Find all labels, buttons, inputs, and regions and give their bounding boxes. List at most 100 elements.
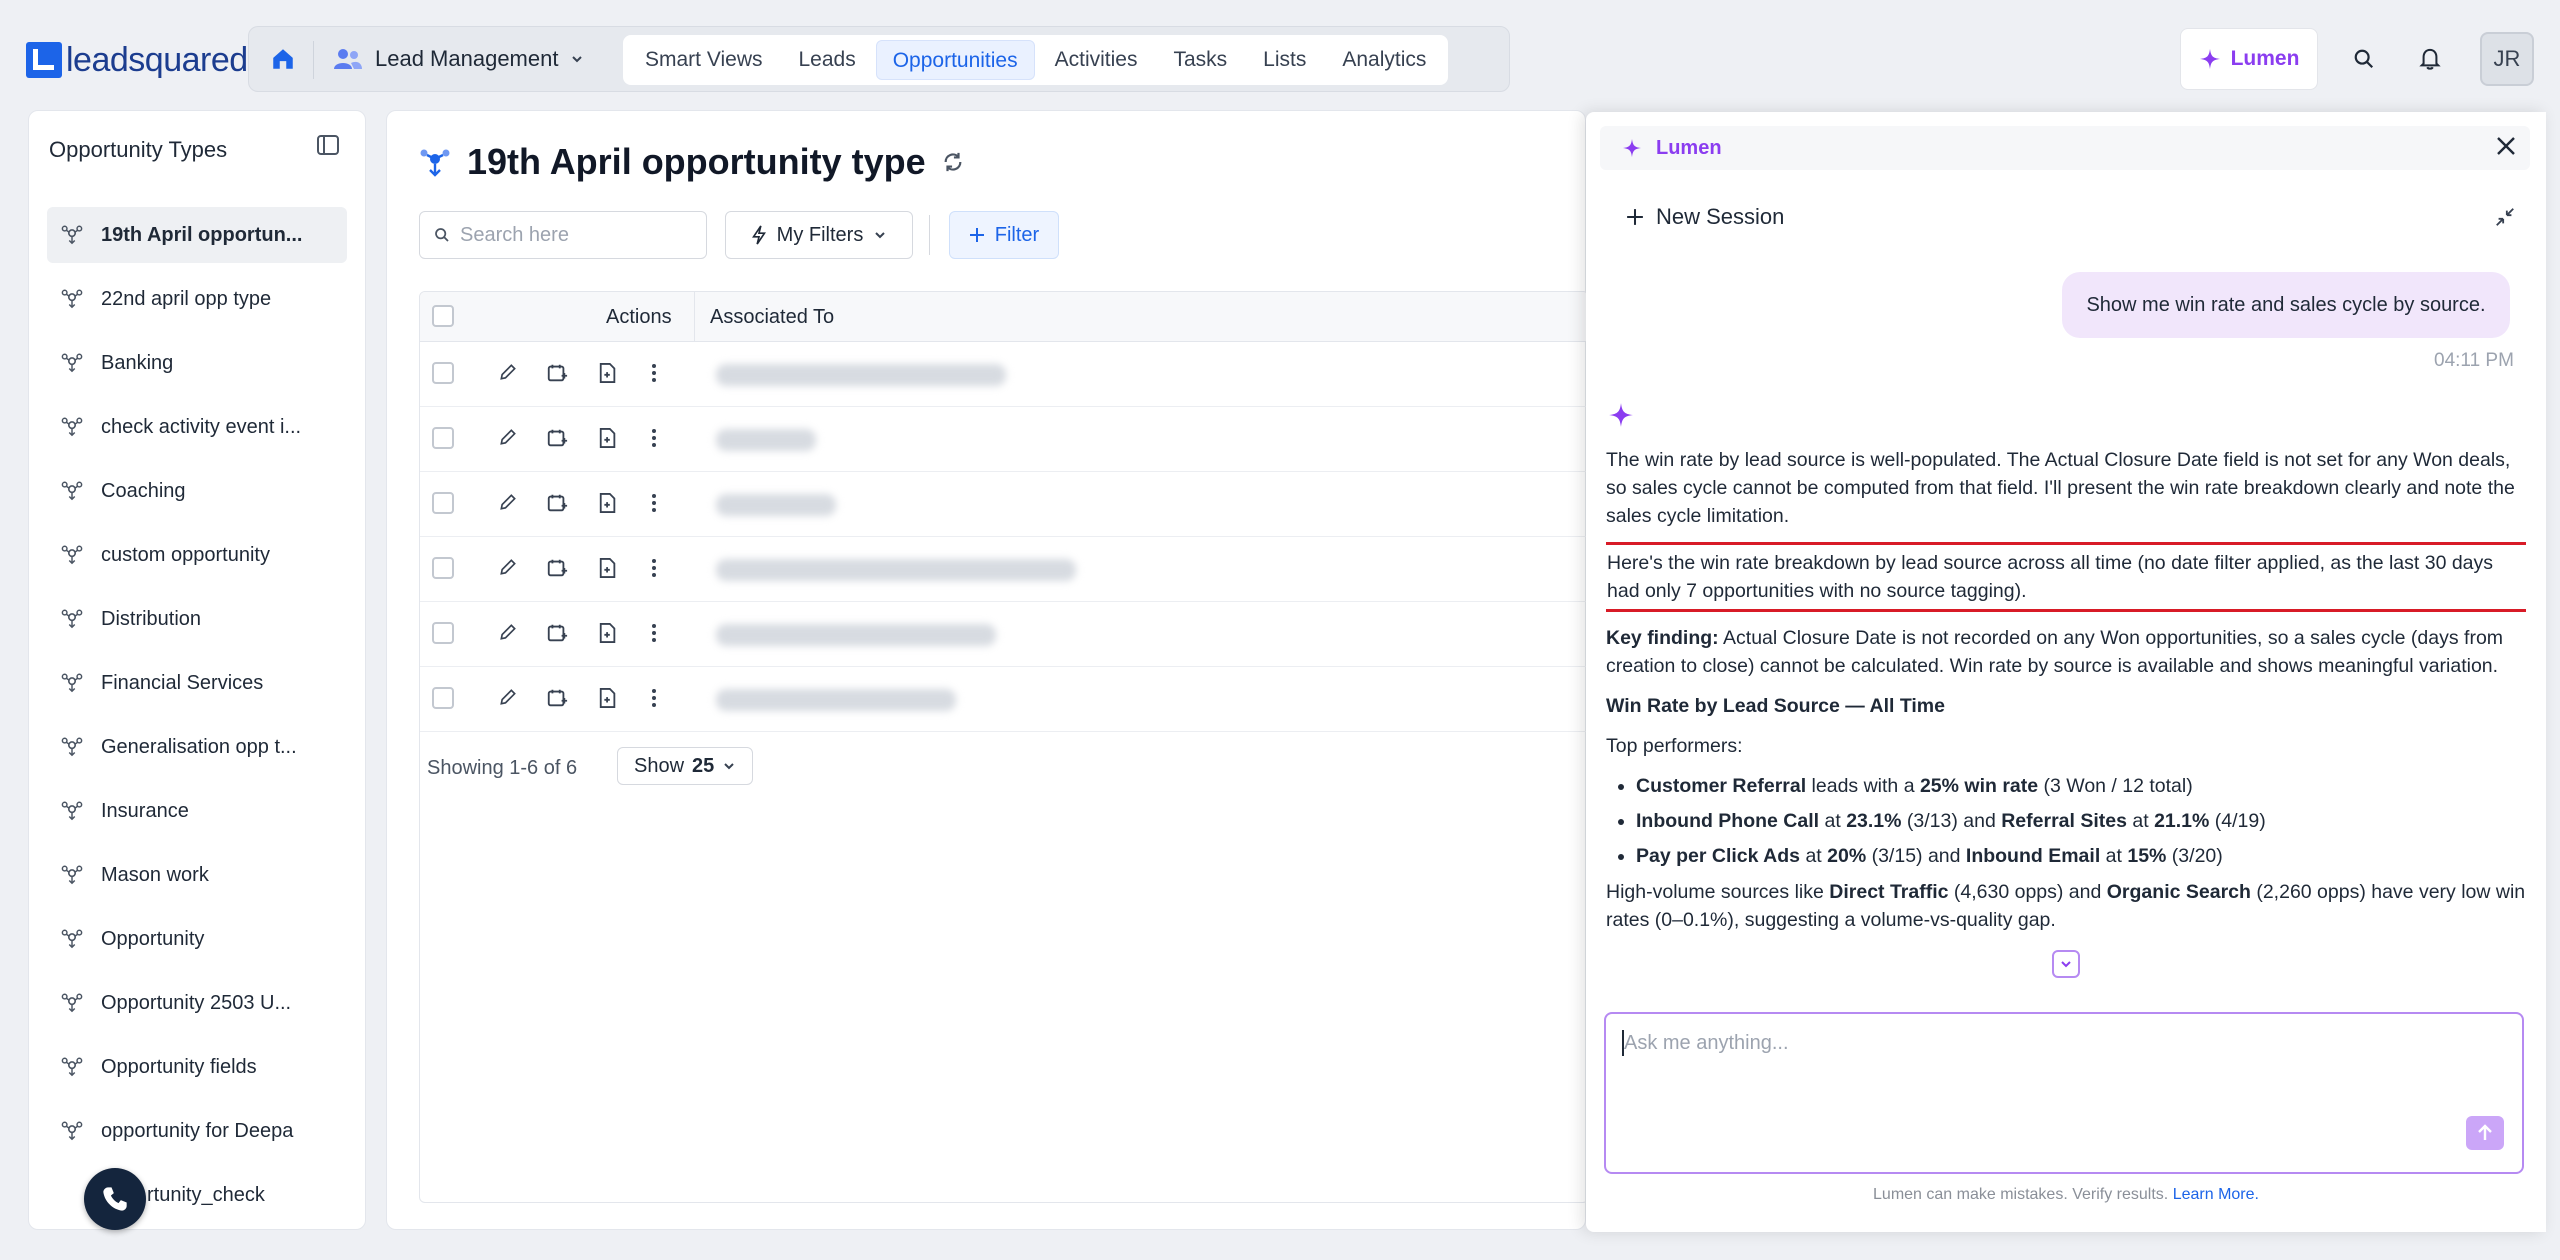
home-button[interactable]: [263, 39, 303, 79]
search-input[interactable]: Search here: [419, 211, 707, 259]
opportunity-type-icon: [61, 224, 83, 246]
more-actions-button[interactable]: [650, 362, 658, 384]
blurred-associated-value: [716, 429, 816, 451]
edit-action-button[interactable]: [498, 492, 518, 512]
more-actions-button[interactable]: [650, 687, 658, 709]
row-checkbox[interactable]: [432, 687, 454, 709]
more-actions-button[interactable]: [650, 492, 658, 514]
disclaimer-text: Lumen can make mistakes. Verify results.: [1873, 1186, 2169, 1203]
table-row[interactable]: [420, 602, 1588, 667]
add-note-button[interactable]: [598, 362, 618, 384]
table-row[interactable]: [420, 342, 1588, 407]
toolbar-divider: [929, 215, 930, 255]
add-activity-button[interactable]: [546, 687, 568, 709]
page-size-label: Show: [634, 754, 685, 777]
sidebar-item[interactable]: Coaching: [47, 463, 347, 519]
nav-tab-lists[interactable]: Lists: [1247, 40, 1322, 80]
row-checkbox[interactable]: [432, 427, 454, 449]
more-actions-button[interactable]: [650, 557, 658, 579]
user-avatar[interactable]: JR: [2480, 32, 2534, 86]
column-header-associated-to[interactable]: Associated To: [710, 306, 834, 329]
sidebar-item[interactable]: check activity event i...: [47, 399, 347, 455]
learn-more-link[interactable]: Learn More.: [2173, 1186, 2259, 1203]
sidebar-item-label: 22nd april opp type: [101, 287, 272, 310]
more-actions-button[interactable]: [650, 427, 658, 449]
add-note-button[interactable]: [598, 622, 618, 644]
search-button[interactable]: [2342, 37, 2386, 81]
module-switcher[interactable]: Lead Management: [333, 39, 584, 79]
add-note-button[interactable]: [598, 492, 618, 514]
table-row[interactable]: [420, 667, 1588, 732]
sidebar-item[interactable]: Generalisation opp t...: [47, 719, 347, 775]
call-button[interactable]: [84, 1168, 146, 1230]
sidebar-item[interactable]: custom opportunity: [47, 527, 347, 583]
document-add-icon: [599, 558, 616, 578]
add-activity-button[interactable]: [546, 492, 568, 514]
scroll-to-bottom-button[interactable]: [2052, 950, 2080, 978]
leadsquared-logo[interactable]: leadsquared: [26, 36, 248, 84]
high-volume-paragraph: High-volume sources like Direct Traffic …: [1606, 881, 2526, 931]
row-checkbox[interactable]: [432, 362, 454, 384]
notifications-button[interactable]: [2408, 37, 2452, 81]
filter-button[interactable]: Filter: [949, 211, 1059, 259]
sidebar-item[interactable]: opportunity for Deepa: [47, 1103, 347, 1159]
edit-action-button[interactable]: [498, 557, 518, 577]
sparkle-icon: [2199, 48, 2220, 70]
more-actions-button[interactable]: [650, 622, 658, 644]
add-activity-button[interactable]: [546, 557, 568, 579]
sidebar-item-label: Generalisation opp t...: [101, 735, 297, 758]
add-activity-button[interactable]: [546, 362, 568, 384]
close-panel-button[interactable]: [2494, 134, 2518, 158]
sidebar-item[interactable]: 22nd april opp type: [47, 271, 347, 327]
lumen-button[interactable]: Lumen: [2180, 28, 2318, 90]
send-button[interactable]: [2466, 1116, 2504, 1150]
add-note-button[interactable]: [598, 427, 618, 449]
sidebar-item[interactable]: Mason work: [47, 847, 347, 903]
table-row[interactable]: [420, 472, 1588, 537]
add-note-button[interactable]: [598, 687, 618, 709]
sparkle-icon: [1622, 138, 1642, 158]
nav-tab-leads[interactable]: Leads: [782, 40, 871, 80]
collapse-sidebar-button[interactable]: [317, 135, 339, 155]
nav-tab-smart-views[interactable]: Smart Views: [629, 40, 778, 80]
key-finding: Key finding: Actual Closure Date is not …: [1606, 624, 2526, 680]
edit-action-button[interactable]: [498, 622, 518, 642]
edit-action-button[interactable]: [498, 427, 518, 447]
sidebar-item-label: check activity event i...: [101, 415, 302, 438]
select-all-checkbox[interactable]: [432, 305, 454, 327]
nav-tab-tasks[interactable]: Tasks: [1157, 40, 1243, 80]
nav-tab-opportunities[interactable]: Opportunities: [875, 40, 1035, 80]
module-label: Lead Management: [375, 46, 559, 71]
sidebar-item[interactable]: Distribution: [47, 591, 347, 647]
row-checkbox[interactable]: [432, 492, 454, 514]
add-activity-button[interactable]: [546, 427, 568, 449]
refresh-icon[interactable]: [942, 151, 964, 173]
sidebar-item[interactable]: Opportunity 2503 U...: [47, 975, 347, 1031]
table-row[interactable]: [420, 407, 1588, 472]
nav-tab-analytics[interactable]: Analytics: [1326, 40, 1442, 80]
row-checkbox[interactable]: [432, 622, 454, 644]
table-row[interactable]: [420, 537, 1588, 602]
key-finding-text: Actual Closure Date is not recorded on a…: [1606, 627, 2504, 677]
pencil-icon: [500, 429, 516, 445]
sidebar-item[interactable]: Insurance: [47, 783, 347, 839]
pencil-icon: [500, 494, 516, 510]
sidebar-item[interactable]: Opportunity: [47, 911, 347, 967]
opportunity-type-icon: [61, 672, 83, 694]
chat-input[interactable]: Ask me anything...: [1604, 1012, 2524, 1174]
sidebar-item[interactable]: Opportunity fields: [47, 1039, 347, 1095]
nav-tab-activities[interactable]: Activities: [1039, 40, 1154, 80]
main-content: 19th April opportunity type Search here …: [386, 110, 1589, 1230]
sidebar-item[interactable]: Financial Services: [47, 655, 347, 711]
sidebar-item[interactable]: Banking: [47, 335, 347, 391]
new-session-button[interactable]: New Session: [1626, 204, 1784, 230]
minimize-panel-button[interactable]: [2494, 206, 2516, 228]
my-filters-dropdown[interactable]: My Filters: [725, 211, 913, 259]
row-checkbox[interactable]: [432, 557, 454, 579]
edit-action-button[interactable]: [498, 362, 518, 382]
page-size-dropdown[interactable]: Show 25: [617, 747, 754, 785]
sidebar-item[interactable]: 19th April opportun...: [47, 207, 347, 263]
add-activity-button[interactable]: [546, 622, 568, 644]
edit-action-button[interactable]: [498, 687, 518, 707]
add-note-button[interactable]: [598, 557, 618, 579]
